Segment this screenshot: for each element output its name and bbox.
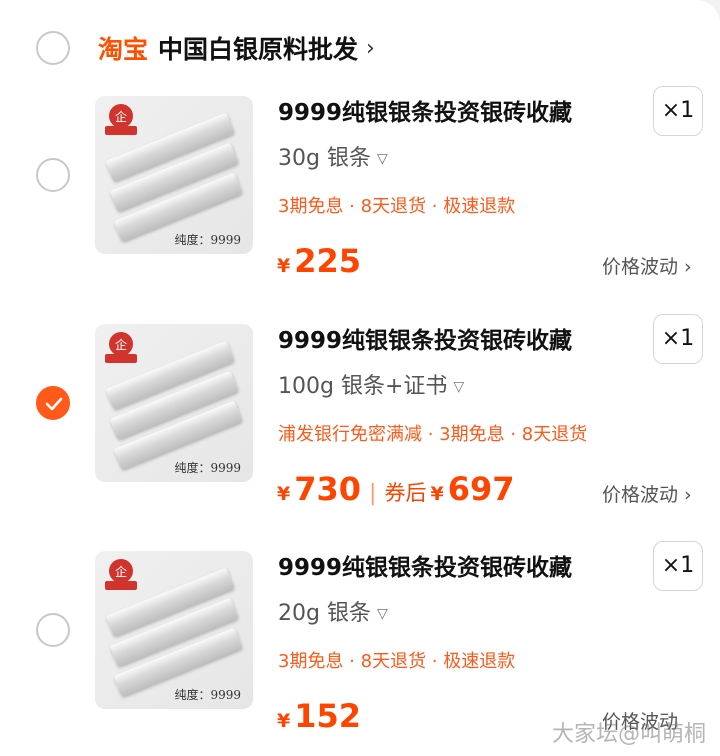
thumb-caption: 纯度：9999 [174,461,241,475]
product-thumbnail[interactable]: 企 纯度：9999 [95,551,253,709]
shop-title: 中国白银原料批发 [158,35,359,64]
shop-badge-icon: 企 [105,104,137,135]
chevron-right-icon: › [366,35,375,61]
shop-badge-icon: 企 [105,332,137,363]
spec-label: 20g 银条 [278,601,371,626]
item-select-radio[interactable] [36,158,70,192]
price-fluctuation-link[interactable]: 价格波动 › [602,254,692,280]
quantity-button[interactable]: ×1 [653,86,703,136]
currency-symbol: ¥ [277,710,291,732]
currency-symbol: ¥ [277,483,291,505]
chevron-down-icon: ▽ [453,379,465,395]
shop-select-radio[interactable] [36,31,70,65]
price-value: 152 [294,697,362,735]
svg-text:企: 企 [115,109,127,124]
price-fluctuation-link[interactable]: 价格波动 › [602,482,692,508]
coupon-price-value: 697 [447,470,515,508]
shop-name-link[interactable]: 淘宝 中国白银原料批发 › [98,30,375,66]
promo-text: 3期免息 · 8天退货 · 极速退款 [278,651,516,672]
watermark: 大家坛@叫萌桐 [551,722,706,747]
promo-text: 3期免息 · 8天退货 · 极速退款 [278,196,516,217]
product-title[interactable]: 9999纯银银条投资银砖收藏 [278,324,572,358]
checkmark-icon [45,397,63,411]
product-title[interactable]: 9999纯银银条投资银砖收藏 [278,96,572,130]
currency-symbol: ¥ [430,483,444,505]
thumb-caption: 纯度：9999 [174,233,241,247]
svg-text:企: 企 [115,564,127,579]
promo-text: 浦发银行免密满减 · 3期免息 · 8天退货 [278,424,588,445]
price: ¥ 730 | 券后 ¥ 697 [277,470,514,510]
cart-card: 淘宝 中国白银原料批发 › 企 纯度：9999 9999纯银银条投资银砖收藏 ×… [0,0,720,756]
cart-item: 企 纯度：9999 9999纯银银条投资银砖收藏 ×1 30g 银条 ▽ 3期免息… [0,86,720,324]
spec-selector[interactable]: 30g 银条 ▽ [278,144,388,174]
price-value: 225 [294,242,362,280]
cart-item: 企 纯度：9999 9999纯银银条投资银砖收藏 ×1 100g 银条+证书 ▽ … [0,314,720,552]
product-thumbnail[interactable]: 企 纯度：9999 [95,324,253,482]
price-value: 730 [294,470,362,508]
spec-selector[interactable]: 20g 银条 ▽ [278,599,388,629]
item-select-radio[interactable] [36,386,70,420]
price: ¥ 152 [277,697,361,737]
spec-label: 30g 银条 [278,146,371,171]
item-select-radio[interactable] [36,613,70,647]
spec-selector[interactable]: 100g 银条+证书 ▽ [278,372,464,402]
shop-badge-icon: 企 [105,559,137,590]
chevron-down-icon: ▽ [376,151,388,167]
coupon-label: 券后 [384,481,427,505]
thumb-caption: 纯度：9999 [174,688,241,702]
price-separator: | [369,481,377,506]
chevron-down-icon: ▽ [376,606,388,622]
currency-symbol: ¥ [277,255,291,277]
quantity-button[interactable]: ×1 [653,314,703,364]
price: ¥ 225 [277,242,361,282]
product-thumbnail[interactable]: 企 纯度：9999 [95,96,253,254]
taobao-brand-label: 淘宝 [98,35,149,64]
product-title[interactable]: 9999纯银银条投资银砖收藏 [278,551,572,585]
quantity-button[interactable]: ×1 [653,541,703,591]
svg-text:企: 企 [115,337,127,352]
spec-label: 100g 银条+证书 [278,374,448,399]
shop-header[interactable]: 淘宝 中国白银原料批发 › [0,0,720,96]
